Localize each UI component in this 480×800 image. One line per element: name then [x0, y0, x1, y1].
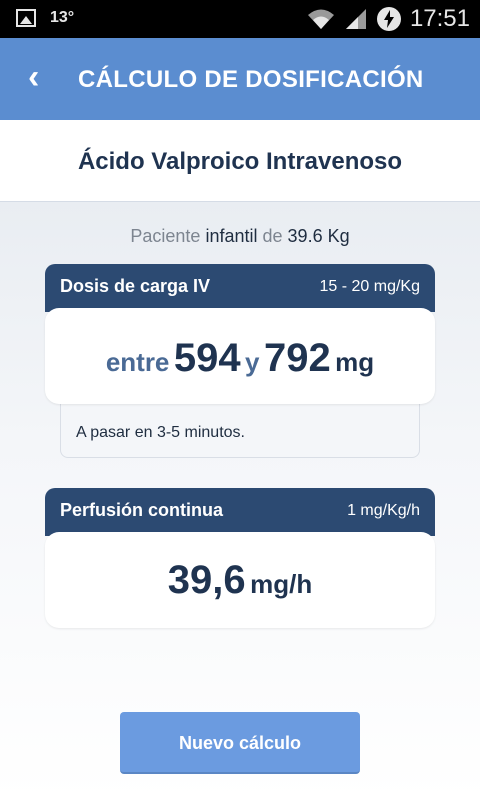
loading-dose-range: 15 - 20 mg/Kg: [319, 278, 421, 295]
status-left: 13°: [16, 9, 74, 27]
loading-dose-note-text: A pasar en 3-5 minutos.: [76, 424, 245, 441]
back-button[interactable]: ‹: [28, 58, 39, 97]
app-header: ‹ CÁLCULO DE DOSIFICACIÓN: [0, 38, 480, 120]
loading-dose-header: Dosis de carga IV 15 - 20 mg/Kg: [45, 264, 435, 312]
patient-prefix: Paciente: [130, 226, 201, 246]
clock: 17:51: [409, 5, 470, 32]
loading-dose-label: Dosis de carga IV: [60, 276, 211, 296]
infusion-header: Perfusión continua 1 mg/Kg/h: [45, 488, 435, 536]
loading-dose-note: A pasar en 3-5 minutos.: [60, 404, 420, 458]
infusion-label: Perfusión continua: [60, 500, 224, 520]
temperature-label: 13°: [50, 9, 75, 26]
dose-unit: mg: [335, 347, 375, 377]
infusion-number: 39,6: [167, 558, 246, 602]
signal-icon: [345, 9, 366, 29]
main-content: Paciente infantil de 39.6 Kg Dosis de ca…: [0, 202, 480, 800]
page-title: CÁLCULO DE DOSIFICACIÓN: [78, 66, 424, 93]
dose-max: 792: [263, 336, 331, 380]
status-bar: 13° 17:51: [0, 0, 480, 38]
word-between: entre: [105, 347, 170, 377]
infusion-value: 39,6 mg/h: [45, 558, 435, 603]
infusion-unit: mg/h: [250, 569, 313, 599]
patient-connector: de: [262, 226, 283, 246]
loading-dose-value: entre 594 y 792 mg: [45, 336, 435, 381]
patient-weight: 39.6 Kg: [287, 226, 350, 246]
patient-type: infantil: [205, 226, 258, 246]
status-right: 17:51: [306, 5, 470, 33]
image-icon: [16, 9, 36, 27]
word-and: y: [245, 347, 260, 377]
drug-title: Ácido Valproico Intravenoso: [77, 148, 403, 175]
dose-min: 594: [173, 336, 241, 380]
infusion-result: 39,6 mg/h: [45, 532, 435, 628]
new-calculation-button[interactable]: Nuevo cálculo: [120, 712, 360, 774]
drug-title-bar: Ácido Valproico Intravenoso: [0, 120, 480, 202]
wifi-icon: [307, 9, 334, 29]
loading-dose-result: entre 594 y 792 mg: [45, 308, 435, 404]
infusion-rate: 1 mg/Kg/h: [347, 502, 420, 519]
power-icon: [376, 7, 401, 31]
patient-info: Paciente infantil de 39.6 Kg: [0, 226, 480, 247]
